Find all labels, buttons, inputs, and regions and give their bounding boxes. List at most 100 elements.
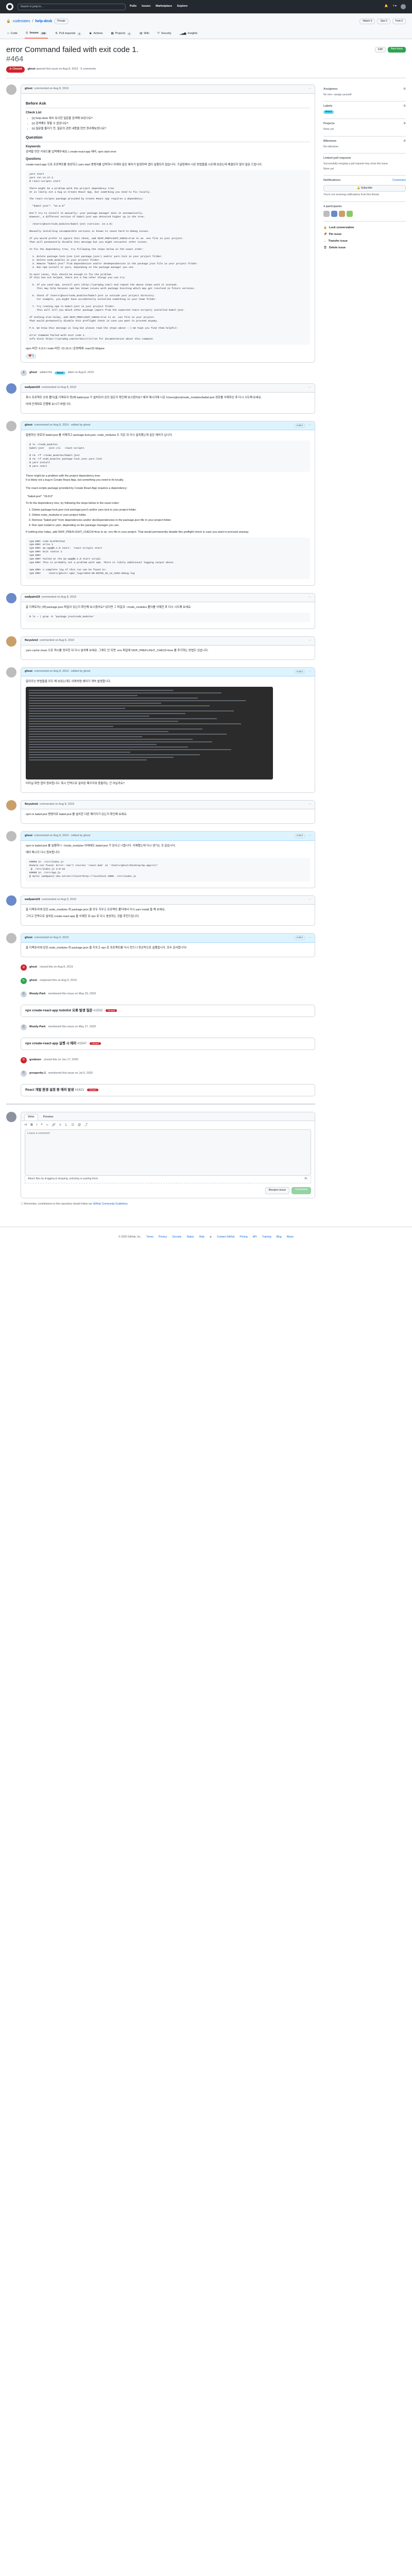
tab-security[interactable]: ⛉ Security: [157, 29, 173, 39]
nav-marketplace[interactable]: Marketplace: [156, 5, 172, 9]
comment-date[interactable]: commented on Aug 8, 2019 · edited by gho…: [34, 834, 90, 838]
comment-textarea[interactable]: Leave a comment: [25, 1129, 311, 1176]
cross-reference[interactable]: React 개발 환경 설정 중 에러 발생 #1621 Closed: [21, 1083, 315, 1096]
comment-author[interactable]: ghost: [25, 936, 32, 940]
avatar[interactable]: [6, 895, 16, 906]
gear-icon[interactable]: ⚙: [403, 140, 406, 144]
reaction-heart[interactable]: ❤️ 1: [26, 353, 37, 359]
bold-icon[interactable]: B: [30, 1123, 32, 1128]
avatar[interactable]: [331, 210, 337, 217]
event-actor[interactable]: ghost: [29, 965, 37, 970]
footer-link[interactable]: Terms: [146, 1235, 153, 1239]
gear-icon[interactable]: ⚙: [403, 122, 406, 126]
watch-button[interactable]: Watch 6: [359, 19, 375, 25]
sidebar-labels[interactable]: Labels ⚙ React: [323, 101, 406, 120]
code-icon[interactable]: ‹›: [46, 1123, 48, 1128]
sidebar-projects[interactable]: Projects ⚙ None yet: [323, 119, 406, 137]
avatar[interactable]: [6, 667, 16, 677]
comment-author[interactable]: ghost: [25, 423, 32, 428]
sidebar-linked-prs[interactable]: Linked pull requests Successfully mergin…: [323, 154, 406, 176]
event-actor[interactable]: ghost: [29, 979, 37, 983]
avatar[interactable]: [6, 383, 16, 394]
comment-author[interactable]: wallpaint19: [25, 898, 40, 902]
kebab-menu-icon[interactable]: ···: [308, 639, 312, 643]
fork-button[interactable]: Fork 0: [392, 19, 406, 25]
comment-author[interactable]: fkeyuknid: [25, 639, 38, 643]
tab-wiki[interactable]: ▤ Wiki: [139, 29, 150, 39]
italic-icon[interactable]: I: [37, 1123, 38, 1128]
delete-issue-button[interactable]: 🗑 Delete issue: [323, 246, 406, 250]
comment-author[interactable]: wallpaint19: [25, 596, 40, 600]
label-pill[interactable]: React: [323, 110, 334, 114]
comment-date[interactable]: commented on Aug 9, 2019: [42, 898, 76, 902]
sidebar-assignees[interactable]: Assignees ⚙ No one—assign yourself: [323, 84, 406, 102]
event-actor[interactable]: Moody-Park: [29, 1025, 45, 1029]
comment-date[interactable]: commented on Aug 8, 2019 · edited by gho…: [34, 423, 90, 428]
footer-link[interactable]: About: [287, 1235, 294, 1239]
kebab-menu-icon[interactable]: ···: [308, 87, 312, 91]
markdown-icon[interactable]: M↓: [304, 1177, 308, 1181]
event-actor[interactable]: gunbeen: [29, 1058, 41, 1062]
pin-issue-button[interactable]: 📌 Pin issue: [323, 233, 406, 237]
star-button[interactable]: Star 0: [377, 19, 390, 25]
tab-preview[interactable]: Preview: [40, 1114, 57, 1121]
mention-icon[interactable]: @: [78, 1123, 81, 1128]
customize-link[interactable]: Customize: [392, 179, 406, 183]
kebab-menu-icon[interactable]: ···: [308, 423, 312, 428]
kebab-menu-icon[interactable]: ···: [308, 898, 312, 902]
avatar[interactable]: [6, 831, 16, 842]
reference-title[interactable]: React 개발 환경 설정 중 에러 발생 #1621: [25, 1088, 84, 1092]
search-input[interactable]: Search or jump to...: [18, 3, 126, 10]
github-mark-icon[interactable]: ◉: [210, 1235, 212, 1239]
tab-issues[interactable]: ◎ Issues 189: [24, 29, 48, 39]
transfer-issue-button[interactable]: → Transfer issue: [323, 240, 406, 244]
comment-date[interactable]: commented on Aug 8, 2019: [42, 386, 76, 390]
attach-files-bar[interactable]: Attach files by dragging & dropping, sel…: [25, 1176, 311, 1183]
avatar[interactable]: [347, 210, 353, 217]
repo-owner-link[interactable]: codestates: [13, 19, 30, 24]
avatar[interactable]: [6, 800, 16, 811]
footer-link[interactable]: Help: [199, 1235, 204, 1239]
nav-explore[interactable]: Explore: [177, 5, 187, 9]
comment-date[interactable]: commented on Aug 8, 2019: [42, 596, 76, 600]
sidebar-milestone[interactable]: Milestone ⚙ No milestone: [323, 137, 406, 154]
comment-date[interactable]: commented on Aug 8, 2019: [40, 639, 74, 643]
reference-title[interactable]: npx create-react-app todolist 오류 발생 질문 #…: [25, 1009, 102, 1012]
comment-author[interactable]: wallpaint19: [25, 386, 40, 390]
avatar[interactable]: [6, 84, 16, 95]
heading-icon[interactable]: H: [25, 1123, 27, 1128]
comment-date[interactable]: commented on Aug 8, 2019 · edited by gho…: [34, 670, 90, 674]
comment-date[interactable]: commented on Aug 8, 2019: [34, 87, 68, 91]
kebab-menu-icon[interactable]: ···: [308, 834, 312, 838]
comment-date[interactable]: commented on Aug 9, 2019: [34, 936, 68, 940]
bell-icon[interactable]: 🔔: [385, 5, 388, 9]
footer-link[interactable]: Contact GitHub: [217, 1235, 234, 1239]
footer-link[interactable]: API: [253, 1235, 257, 1239]
kebab-menu-icon[interactable]: ···: [308, 936, 312, 940]
tab-code[interactable]: ‹› Code: [6, 29, 19, 39]
list-ordered-icon[interactable]: ⒈: [65, 1123, 68, 1128]
subscribe-button[interactable]: 🔔 Subscribe: [323, 185, 406, 192]
guidelines-link[interactable]: GitHub Community Guidelines.: [93, 1202, 128, 1206]
gear-icon[interactable]: ⚙: [403, 88, 406, 92]
kebab-menu-icon[interactable]: ···: [308, 596, 312, 600]
event-actor[interactable]: Moody-Park: [29, 992, 45, 996]
avatar[interactable]: [339, 210, 345, 217]
avatar[interactable]: [401, 4, 406, 9]
reopen-issue-button[interactable]: Reopen issue: [265, 1187, 290, 1194]
reference-title[interactable]: npx create-react-app 실행 시 에러 #1547: [25, 1042, 87, 1045]
kebab-menu-icon[interactable]: ···: [308, 386, 312, 390]
nav-pulls[interactable]: Pulls: [130, 5, 136, 9]
comment-author[interactable]: fkeyuknid: [25, 803, 38, 807]
footer-link[interactable]: Blog: [277, 1235, 282, 1239]
footer-link[interactable]: Privacy: [159, 1235, 167, 1239]
avatar[interactable]: [6, 1111, 16, 1122]
kebab-menu-icon[interactable]: ···: [308, 803, 312, 807]
avatar[interactable]: [6, 420, 16, 431]
label-pill[interactable]: React: [55, 371, 65, 375]
tab-insights[interactable]: ▁▃▅ Insights: [179, 29, 199, 39]
tasklist-icon[interactable]: ☑: [72, 1123, 74, 1128]
tab-pull-requests[interactable]: ⇅ Pull requests 0: [54, 29, 82, 39]
comment-author[interactable]: ghost: [25, 834, 32, 838]
footer-link[interactable]: Training: [262, 1235, 271, 1239]
